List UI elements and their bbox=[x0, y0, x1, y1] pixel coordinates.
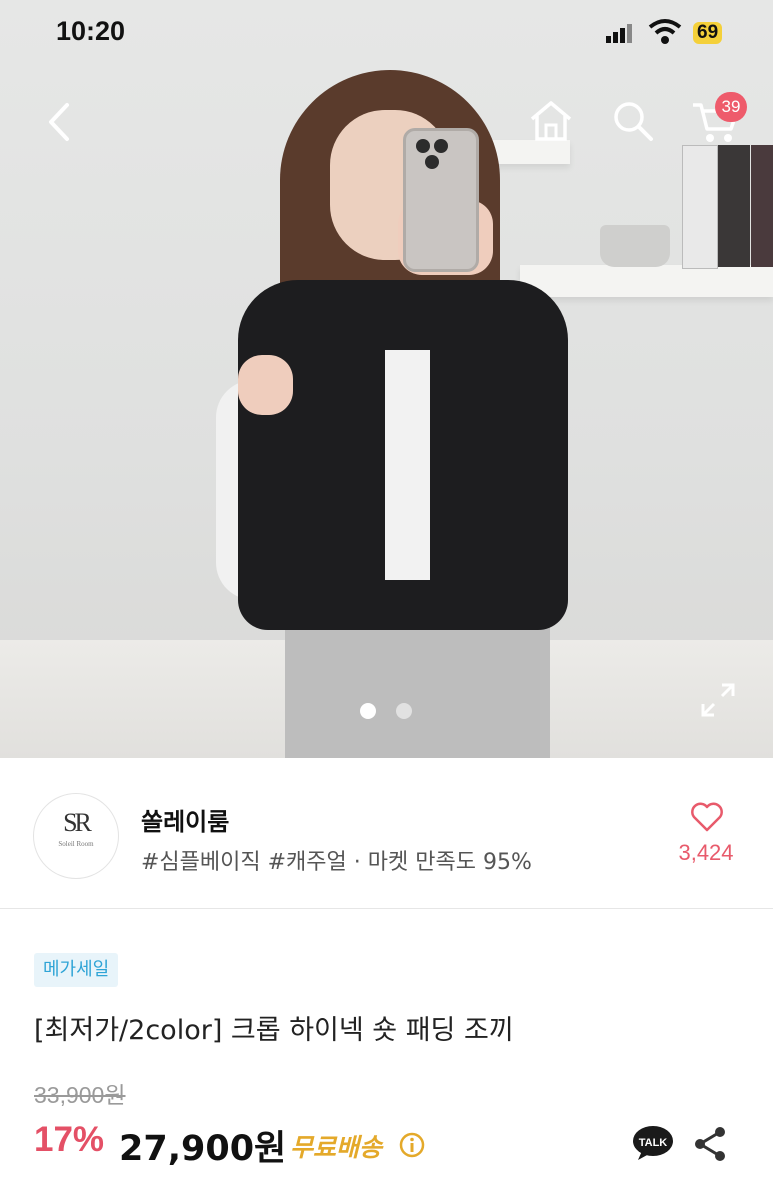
free-shipping-label: 무료배송 bbox=[290, 1133, 383, 1162]
sale-badge: 메가세일 bbox=[34, 953, 119, 987]
seller-section[interactable]: SR Soleil Room 쏠레이룸 #심플베이직 #캐주얼 · 마켓 만족도… bbox=[0, 758, 773, 909]
seller-logo-mark: SR bbox=[63, 808, 92, 837]
back-icon[interactable] bbox=[36, 100, 80, 144]
seller-logo[interactable]: SR Soleil Room bbox=[33, 793, 119, 879]
talk-label: TALK bbox=[639, 1137, 668, 1149]
discount-rate: 17% bbox=[34, 1120, 105, 1159]
model-phone bbox=[403, 128, 479, 272]
heart-icon[interactable] bbox=[686, 798, 728, 836]
book bbox=[718, 145, 750, 267]
product-image[interactable]: 10:20 69 39 bbox=[0, 0, 773, 758]
original-price: 33,900원 bbox=[34, 1082, 126, 1108]
seller-name[interactable]: 쏠레이룸 bbox=[141, 802, 229, 837]
info-icon[interactable] bbox=[398, 1131, 426, 1159]
product-title: [최저가/2color] 크롭 하이넥 숏 패딩 조끼 bbox=[34, 1015, 514, 1046]
status-time: 10:20 bbox=[56, 16, 126, 46]
signal-icon bbox=[604, 22, 634, 44]
shelf-right bbox=[520, 265, 773, 297]
mug bbox=[600, 225, 670, 267]
model-shirt-inner bbox=[385, 350, 430, 580]
search-icon[interactable] bbox=[608, 96, 658, 146]
cart-count-badge: 39 bbox=[715, 92, 747, 122]
gallery-indicator bbox=[360, 703, 412, 719]
book bbox=[751, 145, 773, 267]
battery-indicator: 69 bbox=[693, 22, 723, 44]
gallery-dot-active bbox=[360, 703, 376, 719]
share-icon[interactable] bbox=[690, 1124, 730, 1164]
model-hand-left bbox=[238, 355, 293, 415]
like-count: 3,424 bbox=[678, 840, 734, 865]
wifi-icon bbox=[648, 18, 682, 46]
home-icon[interactable] bbox=[526, 96, 576, 146]
seller-tags: #심플베이직 #캐주얼 · 마켓 만족도 95% bbox=[141, 850, 532, 875]
sale-price: 27,900원 bbox=[119, 1129, 287, 1169]
kakao-talk-button[interactable]: TALK bbox=[632, 1125, 674, 1161]
seller-logo-subtitle: Soleil Room bbox=[58, 840, 94, 848]
expand-icon[interactable] bbox=[698, 680, 738, 720]
gallery-dot bbox=[396, 703, 412, 719]
book bbox=[682, 145, 718, 269]
